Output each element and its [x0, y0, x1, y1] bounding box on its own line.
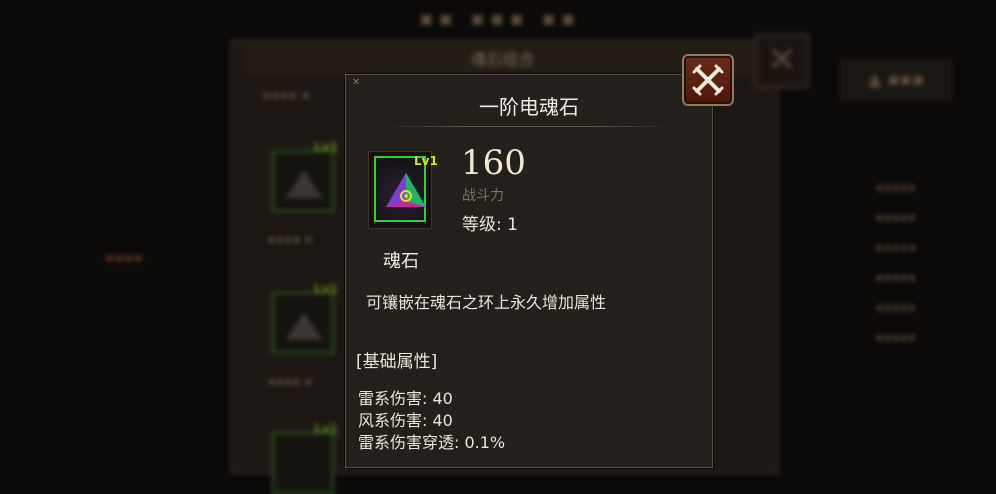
item-description: 可镶嵌在魂石之环上永久增加属性 — [366, 293, 607, 312]
background-stone-icon — [286, 312, 322, 340]
background-slot-badge: Lv1 — [314, 422, 338, 436]
background-stat: ▪▪▪▪▪ — [875, 300, 916, 314]
background-stat: ▪▪▪▪▪ — [875, 240, 916, 254]
combat-power-label: 战斗力 — [462, 188, 504, 204]
attribute-line: 雷系伤害穿透: 0.1% — [358, 433, 506, 452]
base-attributes-heading: [基础属性] — [356, 352, 438, 372]
title-divider — [386, 126, 672, 127]
background-slot-badge: Lv1 — [314, 282, 338, 296]
tooltip-title: 一阶电魂石 — [479, 95, 579, 119]
background-stat: ▪▪▪▪▪ — [875, 270, 916, 284]
background-slot-badge: Lv1 — [314, 140, 338, 154]
background-stat: ▪▪▪▪▪ — [875, 180, 916, 194]
background-close-icon: ✕ — [755, 34, 809, 88]
background-slot-label: ▪▪▪▪ ▪ — [268, 374, 313, 388]
close-button[interactable] — [682, 54, 734, 106]
background-filter: ▪▪▪▪ ▪ — [262, 88, 311, 103]
item-name: 魂石 — [383, 251, 419, 272]
item-level-badge: Lv1 — [414, 154, 438, 168]
item-tooltip: ✕ 一阶电魂石 Lv1 魂石 160 战斗力 等级: 1 可镶嵌在魂石之环上永久… — [345, 74, 713, 468]
background-stat: ▪▪▪▪▪ — [875, 210, 916, 224]
attribute-line: 雷系伤害: 40 — [358, 389, 453, 408]
corner-ornament: ✕ — [352, 77, 361, 88]
background-right-tab: ▲ ▪▪▪ — [840, 60, 952, 100]
background-slot-label: ▪▪▪▪ ▪ — [268, 232, 313, 246]
background-stat: ▪▪▪▪▪ — [875, 330, 916, 344]
close-icon — [692, 64, 724, 96]
attribute-line: 风系伤害: 40 — [358, 411, 453, 430]
background-left-label: ▪▪▪▪ — [105, 250, 143, 266]
background-slot: Lv1 — [272, 422, 338, 494]
background-title: ▪▪ ▪▪▪ ▪▪ — [419, 6, 581, 30]
background-slot: Lv1 — [272, 140, 338, 212]
item-level-text: 等级: 1 — [462, 215, 518, 235]
triangle-soul-stone-icon — [386, 173, 426, 207]
background-slot: Lv1 — [272, 282, 338, 354]
combat-power-value: 160 — [461, 143, 526, 183]
background-stone-icon — [286, 170, 322, 198]
